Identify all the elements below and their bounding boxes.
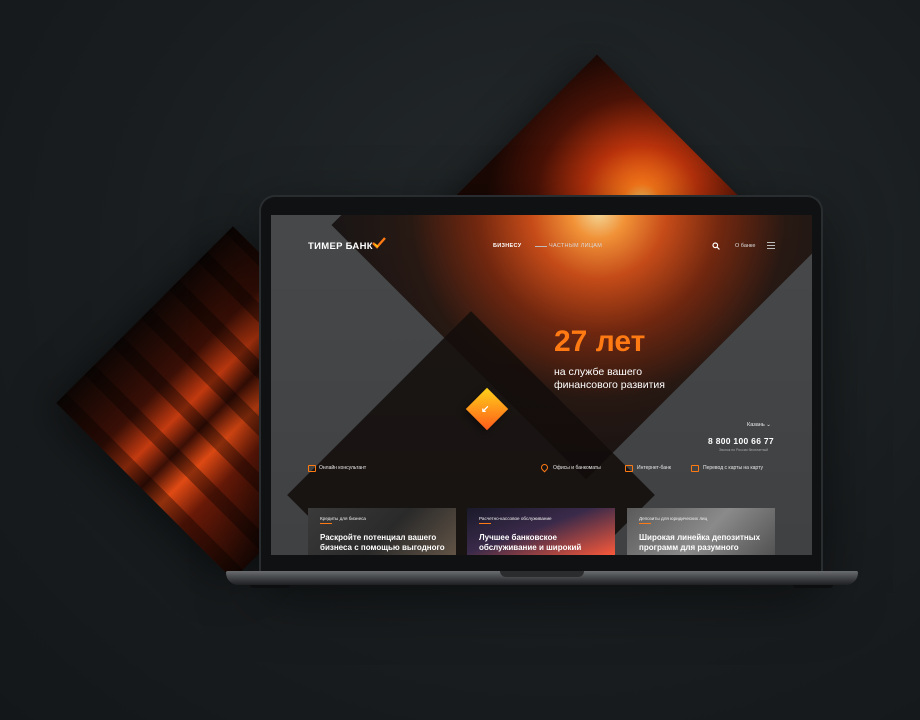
nav-divider [535,246,547,247]
search-icon[interactable] [712,242,720,250]
card-title: Широкая линейка депозитных программ для … [639,533,761,552]
card-accent-line [639,523,651,524]
phone-number[interactable]: 8 800 100 66 77 [708,436,774,446]
laptop-foot-right [793,585,833,588]
card-cash-service[interactable]: Расчетно-кассовое обслуживание Лучшее ба… [467,508,615,555]
laptop-icon[interactable] [625,465,633,472]
card-title: Лучшее банковское обслуживание и широкий [479,533,582,552]
card-tag: Кредиты для бизнеса [320,516,366,521]
card-tag: Депозиты для юридических лиц [639,516,708,521]
hamburger-menu-icon[interactable] [767,242,775,251]
hero-subtitle: на службе вашего финансового развития [554,366,714,392]
laptop-foot-left [250,585,290,588]
card-transfer-icon[interactable] [691,465,699,472]
card-title: Раскройте потенциал вашего бизнеса с пом… [320,533,445,552]
chat-icon[interactable] [308,465,316,472]
card-accent-line [320,523,332,524]
offices-link[interactable]: Офисы и банкоматы [553,465,601,471]
top-navigation: ТИМЕР БАНК БИЗНЕСУ ЧАСТНЫМ ЛИЦАМ О банке [271,237,812,257]
card-accent-line [479,523,491,524]
city-selector[interactable]: Казань ⌄ [747,422,771,428]
nav-private[interactable]: ЧАСТНЫМ ЛИЦАМ [549,243,602,249]
card-deposits[interactable]: Депозиты для юридических лиц Широкая лин… [627,508,775,555]
card-tag: Расчетно-кассовое обслуживание [479,516,552,521]
logo-text[interactable]: ТИМЕР БАНК [308,241,373,252]
logo-check-icon[interactable] [372,237,386,249]
website-screen: ТИМЕР БАНК БИЗНЕСУ ЧАСТНЫМ ЛИЦАМ О банке… [271,215,812,555]
hero-subtitle-line1: на службе вашего [554,366,643,378]
nav-about[interactable]: О банке [735,243,755,249]
presentation-stage: ТИМЕР БАНК БИЗНЕСУ ЧАСТНЫМ ЛИЦАМ О банке… [0,0,920,720]
nav-business[interactable]: БИЗНЕСУ [493,243,521,249]
laptop-notch [500,571,584,577]
hero-years: 27 лет [554,325,646,358]
internet-bank-link[interactable]: Интернет-банк [637,465,671,471]
hero-subtitle-line2: финансового развития [554,379,665,391]
online-consultant-link[interactable]: Онлайн консультант [319,465,366,471]
hero-overlay [271,215,812,555]
phone-note: Звонок по России бесплатный [719,448,769,452]
arrow-icon: ↙ [481,404,490,415]
card-business-credit[interactable]: Кредиты для бизнеса Раскройте потенциал … [308,508,456,555]
card-transfer-link[interactable]: Перевод с карты на карту [703,465,763,471]
